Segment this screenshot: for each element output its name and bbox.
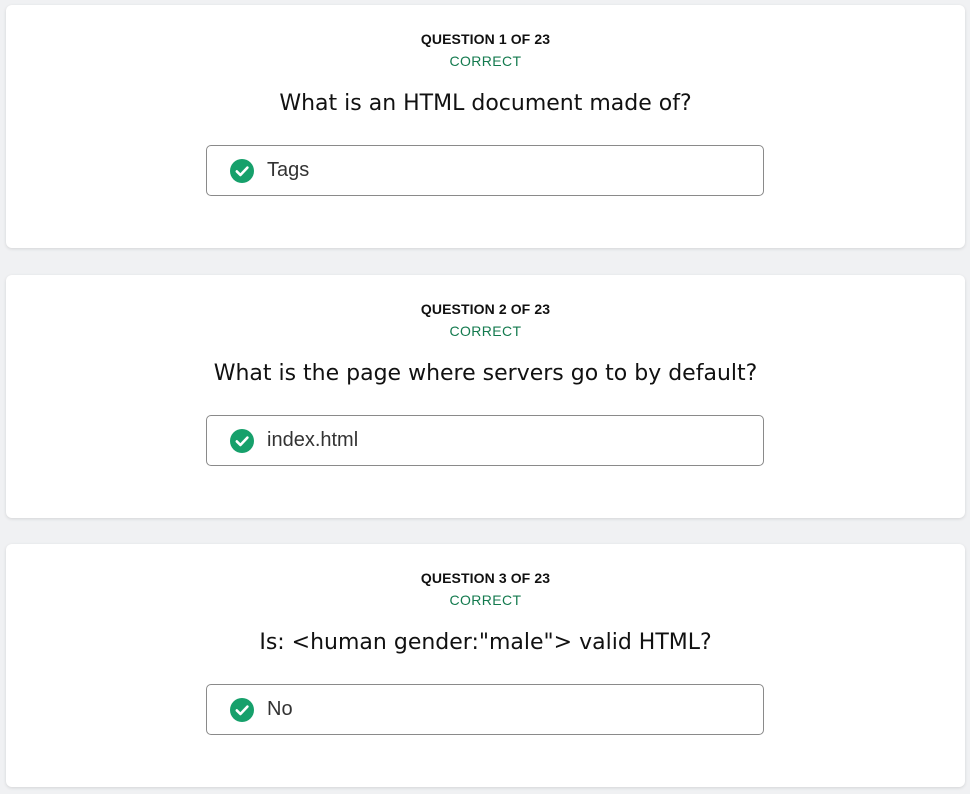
question-status: CORRECT <box>449 323 522 339</box>
answer-option[interactable]: No <box>206 684 764 735</box>
question-card: QUESTION 2 OF 23 CORRECT What is the pag… <box>6 275 965 518</box>
question-counter: QUESTION 1 OF 23 <box>420 31 551 47</box>
answer-label: Tags <box>267 159 310 181</box>
answer-option[interactable]: Tags <box>206 145 764 196</box>
question-status: CORRECT <box>449 592 522 608</box>
check-circle-icon <box>230 159 254 183</box>
question-text: Is: <human gender:"male"> valid HTML? <box>259 630 712 655</box>
question-text: What is the page where servers go to by … <box>213 361 758 386</box>
answer-label: No <box>267 698 293 720</box>
answer-label: index.html <box>267 429 359 451</box>
check-circle-icon <box>230 698 254 722</box>
answer-option[interactable]: index.html <box>206 415 764 466</box>
question-status: CORRECT <box>449 53 522 69</box>
question-text: What is an HTML document made of? <box>279 91 692 116</box>
question-counter: QUESTION 3 OF 23 <box>420 570 551 586</box>
question-card: QUESTION 3 OF 23 CORRECT Is: <human gend… <box>6 544 965 787</box>
question-counter: QUESTION 2 OF 23 <box>420 301 551 317</box>
check-circle-icon <box>230 429 254 453</box>
question-card: QUESTION 1 OF 23 CORRECT What is an HTML… <box>6 5 965 248</box>
